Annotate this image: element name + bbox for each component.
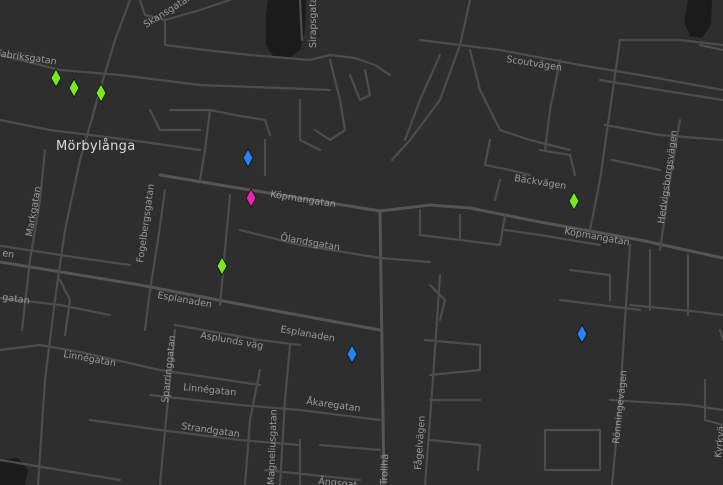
street-label-magneliusgatan: Magneliusgatan [266,409,280,485]
street-label-fabriksgatan: Fabriksgatan [0,48,57,67]
marker-blue-3[interactable] [576,324,588,344]
street-label-markgatan: Markgatan [24,186,44,238]
street-label-sirapsgatan: Sirapsgatan [308,0,319,48]
street-label-hedvigsborgsvagen: Hedvigsborgsvägen [656,130,680,225]
street-label-esplanaden-2: Esplanaden [279,324,335,344]
marker-green-1[interactable] [50,68,62,88]
street-label-fagelvagen: Fågelvägen [413,415,428,470]
street-label-kyrkvagen: Kyrkvä [713,425,723,458]
map-canvas[interactable]: Skansgatan Sirapsgatan Scoutvägen Fabrik… [0,0,723,485]
marker-blue-1[interactable] [242,148,254,168]
marker-blue-2[interactable] [346,344,358,364]
street-label-skansgatan: Skansgatan [142,0,195,31]
street-label-angsgatan: Ängsgat [318,476,358,485]
street-label-olandsgatan: Ölandsgatan [279,232,340,253]
street-label-trollhattegatan: Trollhä [379,454,391,485]
street-label-backvagen: Bäckvägen [514,173,567,192]
street-label-ronningevagen: Rönningevägen [611,370,630,445]
town-label: Mörbylånga [56,139,136,154]
street-label-asplunds-vag: Asplunds väg [199,330,264,352]
marker-green-5[interactable] [568,191,580,211]
lake-top-right [684,0,712,38]
street-label-kopmangatan-1: Köpmangatan [270,189,337,210]
street-label-fogelbergsgatan: Fogelbergsgatan [135,183,157,263]
street-label-linnegatan-2: Linnégatan [183,382,237,399]
map-view[interactable]: Skansgatan Sirapsgatan Scoutvägen Fabrik… [0,0,723,485]
marker-green-4[interactable] [216,256,228,276]
street-label-sparringgatan: Sparringgatan [160,335,178,403]
street-label-linnegatan-1: Linnégatan [62,349,116,369]
street-label-edge-left-1: en [2,248,15,261]
marker-green-2[interactable] [68,78,80,98]
